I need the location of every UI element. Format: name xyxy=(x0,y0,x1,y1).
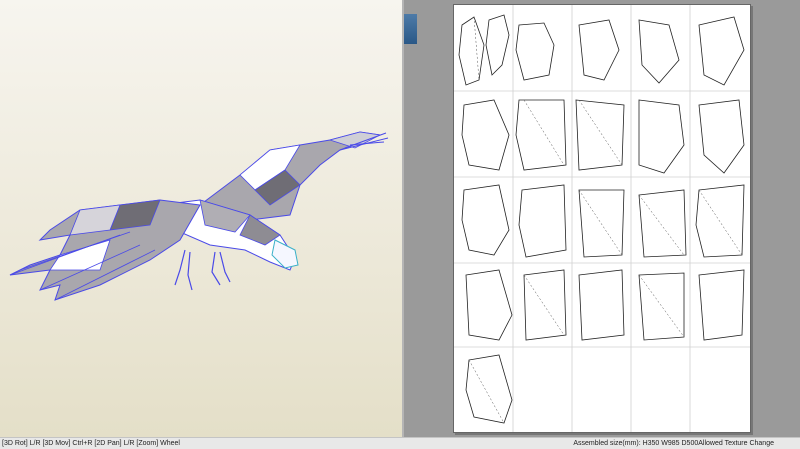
status-bar: [3D Rot] L/R [3D Mov] Ctrl+R [2D Pan] L/… xyxy=(0,437,800,449)
unfolded-parts-grid xyxy=(454,5,750,432)
3d-model-view[interactable] xyxy=(0,0,403,437)
panel-edge-strip xyxy=(404,14,417,44)
pattern-sheet[interactable] xyxy=(453,4,751,433)
2d-pattern-view[interactable] xyxy=(404,0,800,437)
status-hint: [3D Rot] L/R [3D Mov] Ctrl+R [2D Pan] L/… xyxy=(2,440,180,447)
status-info: Assembled size(mm): H350 W985 D500Allowe… xyxy=(573,440,774,447)
eagle-3d-model[interactable] xyxy=(0,0,402,437)
